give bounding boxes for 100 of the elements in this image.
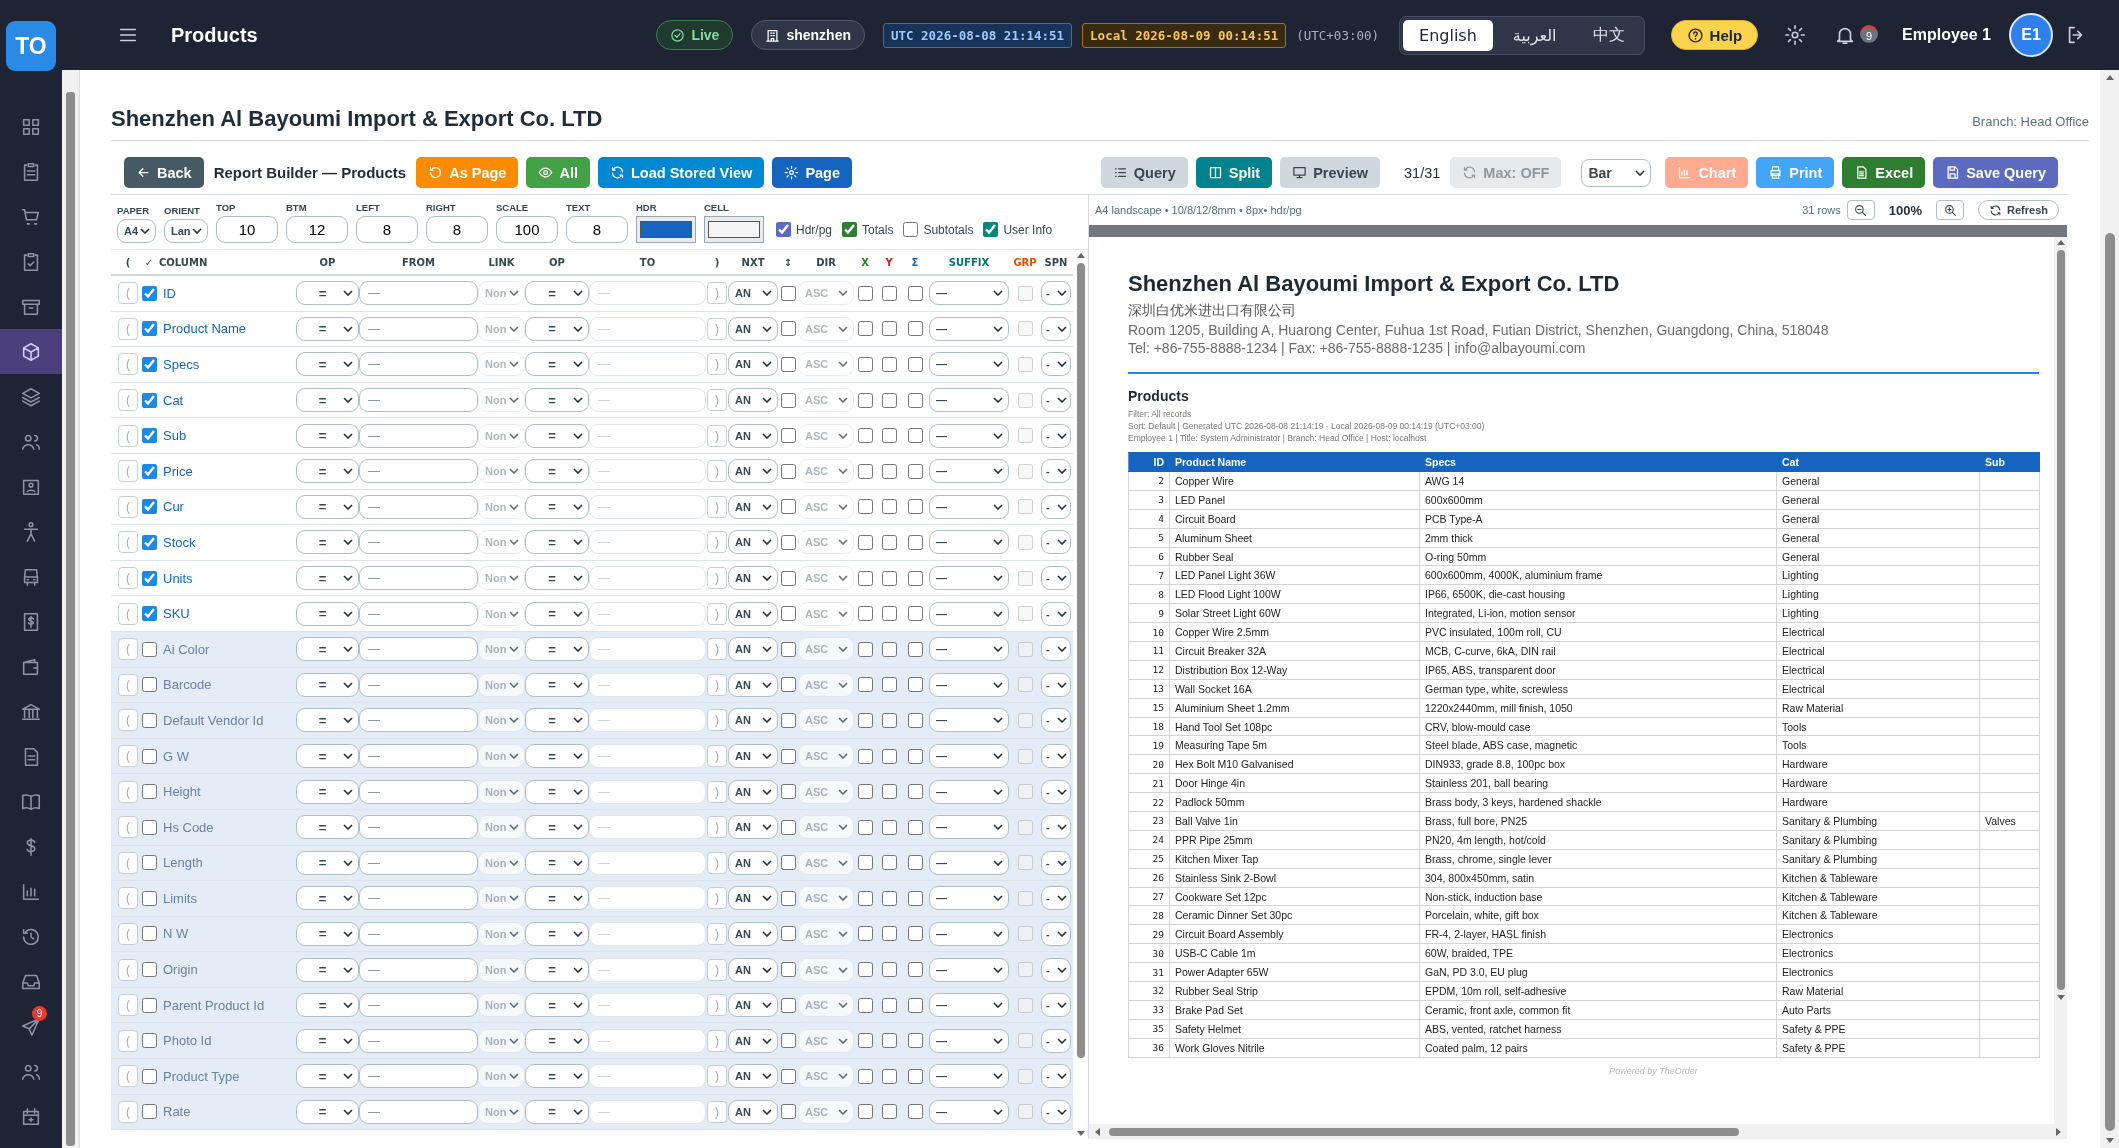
to-field[interactable]: — bbox=[589, 316, 706, 341]
include-checkbox[interactable] bbox=[141, 962, 157, 978]
from-field[interactable]: — bbox=[359, 922, 478, 946]
include-checkbox[interactable] bbox=[141, 677, 157, 693]
operator-select[interactable]: = bbox=[525, 459, 589, 484]
setting-field[interactable]: 8 bbox=[356, 216, 418, 243]
sum-checkbox[interactable] bbox=[907, 499, 923, 515]
sort-checkbox[interactable] bbox=[780, 784, 796, 800]
from-field[interactable]: — bbox=[359, 601, 478, 626]
operator-select[interactable]: = bbox=[525, 423, 589, 448]
to-field[interactable]: — bbox=[589, 815, 706, 840]
y-axis-checkbox[interactable] bbox=[881, 1104, 897, 1120]
x-axis-checkbox[interactable] bbox=[857, 499, 873, 515]
span-select[interactable]: - bbox=[1041, 494, 1071, 519]
setting-select[interactable]: Lan bbox=[164, 219, 208, 243]
to-field[interactable]: — bbox=[589, 566, 706, 591]
to-field[interactable]: — bbox=[589, 637, 706, 662]
to-field[interactable]: — bbox=[589, 1064, 706, 1089]
operator-select[interactable]: = bbox=[296, 922, 359, 946]
from-field[interactable]: — bbox=[359, 957, 478, 982]
setting-field[interactable]: 12 bbox=[286, 216, 348, 243]
include-checkbox[interactable] bbox=[141, 1104, 157, 1120]
next-select[interactable]: AN bbox=[728, 459, 778, 484]
include-checkbox[interactable] bbox=[141, 890, 157, 906]
suffix-select[interactable]: — bbox=[929, 530, 1009, 555]
suffix-select[interactable]: — bbox=[929, 993, 1009, 1018]
sum-checkbox[interactable] bbox=[907, 997, 923, 1013]
operator-select[interactable]: = bbox=[525, 352, 589, 377]
x-axis-checkbox[interactable] bbox=[857, 1104, 873, 1120]
x-axis-checkbox[interactable] bbox=[857, 321, 873, 337]
sort-checkbox[interactable] bbox=[780, 1068, 796, 1084]
option-checkbox[interactable] bbox=[776, 222, 791, 237]
x-axis-checkbox[interactable] bbox=[857, 392, 873, 408]
y-axis-checkbox[interactable] bbox=[881, 499, 897, 515]
excel-button[interactable]: Excel bbox=[1842, 157, 1926, 188]
sort-checkbox[interactable] bbox=[780, 357, 796, 372]
from-field[interactable]: — bbox=[359, 459, 478, 484]
view-tab[interactable]: Query bbox=[1100, 157, 1188, 188]
x-axis-checkbox[interactable] bbox=[857, 1033, 873, 1049]
include-checkbox[interactable] bbox=[141, 570, 157, 586]
suffix-select[interactable]: — bbox=[929, 601, 1009, 626]
operator-select[interactable]: = bbox=[296, 672, 359, 697]
operator-select[interactable]: = bbox=[296, 1064, 359, 1089]
suffix-select[interactable]: — bbox=[929, 779, 1009, 804]
to-field[interactable]: — bbox=[589, 886, 706, 911]
suffix-select[interactable]: — bbox=[929, 494, 1009, 519]
from-field[interactable]: — bbox=[359, 744, 478, 768]
sort-checkbox[interactable] bbox=[780, 1033, 796, 1049]
operator-select[interactable]: = bbox=[525, 922, 589, 946]
sum-checkbox[interactable] bbox=[907, 926, 923, 942]
suffix-select[interactable]: — bbox=[929, 637, 1009, 662]
next-select[interactable]: AN bbox=[728, 530, 778, 555]
suffix-select[interactable]: — bbox=[929, 850, 1009, 875]
sort-checkbox[interactable] bbox=[780, 285, 796, 301]
sum-checkbox[interactable] bbox=[907, 819, 923, 835]
y-axis-checkbox[interactable] bbox=[881, 392, 897, 408]
operator-select[interactable]: = bbox=[296, 637, 359, 662]
operator-select[interactable]: = bbox=[525, 316, 589, 341]
span-select[interactable]: - bbox=[1041, 850, 1071, 875]
next-select[interactable]: AN bbox=[728, 993, 778, 1018]
span-select[interactable]: - bbox=[1041, 423, 1071, 448]
operator-select[interactable]: = bbox=[525, 779, 589, 804]
operator-select[interactable]: = bbox=[525, 672, 589, 697]
y-axis-checkbox[interactable] bbox=[881, 1068, 897, 1084]
y-axis-checkbox[interactable] bbox=[881, 748, 897, 764]
sort-checkbox[interactable] bbox=[780, 712, 796, 728]
language-option[interactable]: English bbox=[1403, 19, 1493, 51]
sum-checkbox[interactable] bbox=[907, 570, 923, 586]
x-axis-checkbox[interactable] bbox=[857, 926, 873, 942]
suffix-select[interactable]: — bbox=[929, 388, 1009, 413]
sum-checkbox[interactable] bbox=[907, 357, 923, 372]
sort-checkbox[interactable] bbox=[780, 890, 796, 906]
to-field[interactable]: — bbox=[589, 708, 706, 733]
y-axis-checkbox[interactable] bbox=[881, 819, 897, 835]
y-axis-checkbox[interactable] bbox=[881, 641, 897, 657]
span-select[interactable]: - bbox=[1041, 779, 1071, 804]
to-field[interactable]: — bbox=[589, 993, 706, 1018]
from-field[interactable]: — bbox=[359, 281, 478, 306]
setting-field[interactable]: 100 bbox=[496, 216, 558, 243]
sort-checkbox[interactable] bbox=[780, 855, 796, 871]
sum-checkbox[interactable] bbox=[907, 641, 923, 657]
from-field[interactable]: — bbox=[359, 352, 478, 377]
operator-select[interactable]: = bbox=[296, 708, 359, 733]
sum-checkbox[interactable] bbox=[907, 748, 923, 764]
operator-select[interactable]: = bbox=[296, 316, 359, 341]
include-checkbox[interactable] bbox=[141, 641, 157, 657]
include-checkbox[interactable] bbox=[141, 926, 157, 942]
next-select[interactable]: AN bbox=[728, 886, 778, 911]
from-field[interactable]: — bbox=[359, 1064, 478, 1089]
sum-checkbox[interactable] bbox=[907, 463, 923, 479]
sort-checkbox[interactable] bbox=[780, 748, 796, 764]
operator-select[interactable]: = bbox=[525, 530, 589, 555]
y-axis-checkbox[interactable] bbox=[881, 926, 897, 942]
next-select[interactable]: AN bbox=[728, 744, 778, 768]
include-checkbox[interactable] bbox=[141, 606, 157, 622]
sort-checkbox[interactable] bbox=[780, 819, 796, 835]
suffix-select[interactable]: — bbox=[929, 815, 1009, 840]
toolbar-button[interactable]: Page bbox=[772, 157, 853, 188]
y-axis-checkbox[interactable] bbox=[881, 784, 897, 800]
setting-field[interactable]: 8 bbox=[566, 216, 628, 243]
